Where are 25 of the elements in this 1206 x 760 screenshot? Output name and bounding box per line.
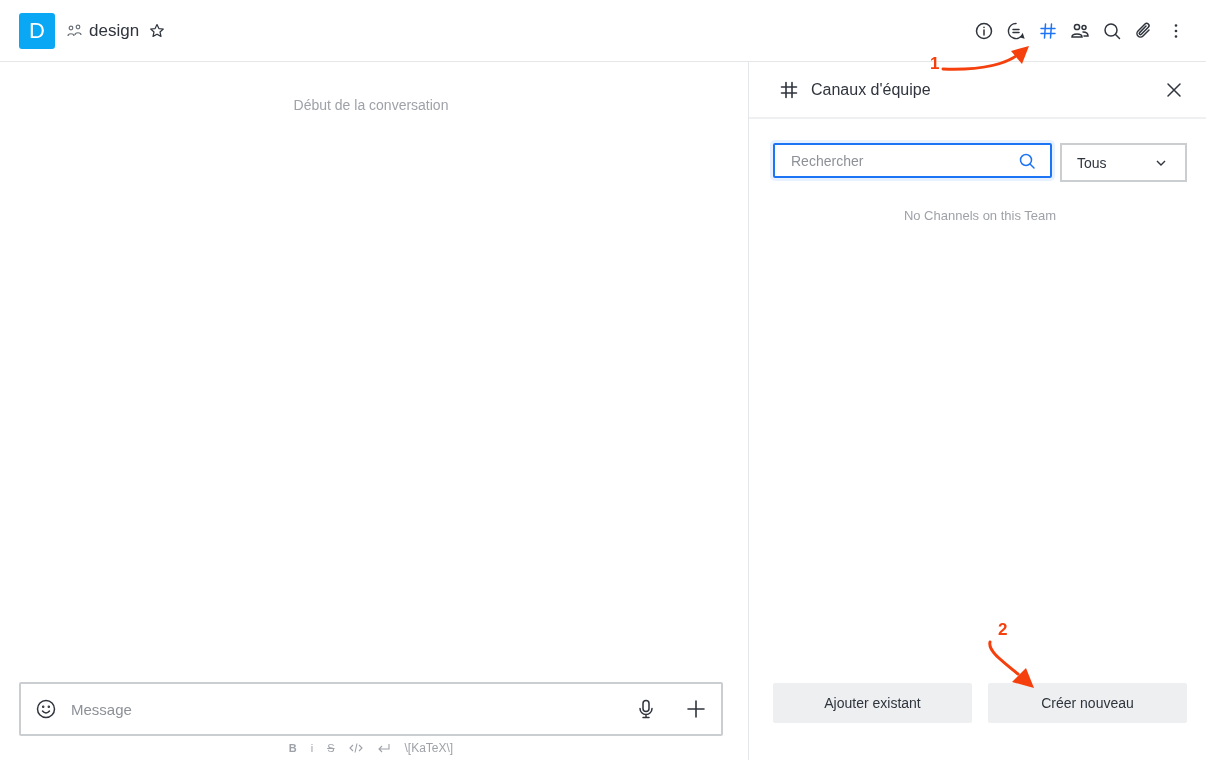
- conversation-start-label: Début de la conversation: [292, 97, 450, 113]
- search-field[interactable]: Rechercher: [773, 143, 1052, 178]
- annotation-number: 1: [930, 54, 940, 74]
- chevron-down-icon: [1155, 158, 1167, 167]
- create-new-button[interactable]: Créer nouveau: [988, 683, 1187, 723]
- chat-bubble-icon[interactable]: [1006, 20, 1026, 41]
- annotation-number: 2: [998, 620, 1008, 640]
- hashtag-icon: [779, 79, 799, 100]
- room-name[interactable]: design: [89, 20, 140, 41]
- info-icon[interactable]: [974, 20, 994, 41]
- plus-icon[interactable]: [685, 698, 707, 720]
- room-avatar: D: [19, 12, 55, 49]
- message-composer[interactable]: Message: [19, 682, 723, 736]
- team-icon: [67, 23, 83, 38]
- search-icon: [1018, 151, 1036, 170]
- favorite-star-icon[interactable]: [149, 22, 166, 39]
- hashtag-icon[interactable]: [1038, 20, 1058, 41]
- filter-dropdown[interactable]: Tous: [1060, 143, 1187, 182]
- empty-state-text: No Channels on this Team: [902, 208, 1058, 223]
- close-icon[interactable]: [1166, 81, 1182, 98]
- search-icon[interactable]: [1102, 20, 1122, 41]
- emoji-icon[interactable]: [35, 698, 57, 720]
- code-icon[interactable]: [348, 742, 363, 754]
- add-existing-button[interactable]: Ajouter existant: [773, 683, 972, 723]
- panel-title: Canaux d'équipe: [811, 80, 931, 99]
